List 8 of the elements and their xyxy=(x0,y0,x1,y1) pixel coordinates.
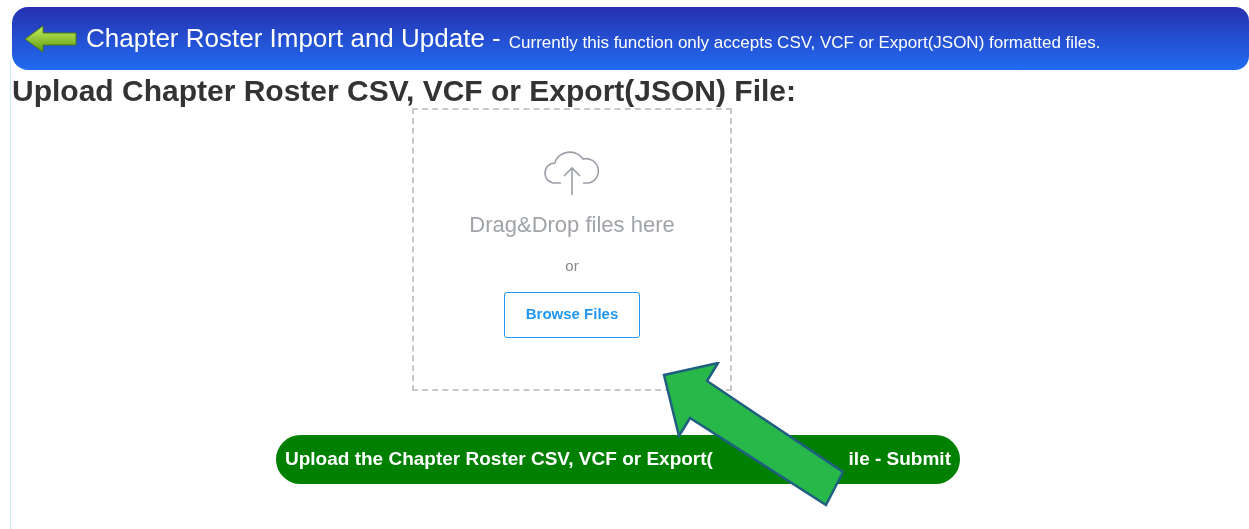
back-arrow-icon[interactable] xyxy=(24,23,78,54)
browse-files-button[interactable]: Browse Files xyxy=(504,291,640,338)
page-subtitle: Currently this function only accepts CSV, VCF or Export(JSON) formatted files. xyxy=(508,31,1101,54)
cloud-upload-icon xyxy=(543,150,601,196)
page-title: Chapter Roster Import and Update - xyxy=(86,22,501,55)
drop-prompt: Drag&Drop files here xyxy=(469,211,675,239)
or-label: or xyxy=(565,256,579,276)
upload-heading: Upload Chapter Roster CSV, VCF or Export(JSON) File: xyxy=(12,74,797,108)
